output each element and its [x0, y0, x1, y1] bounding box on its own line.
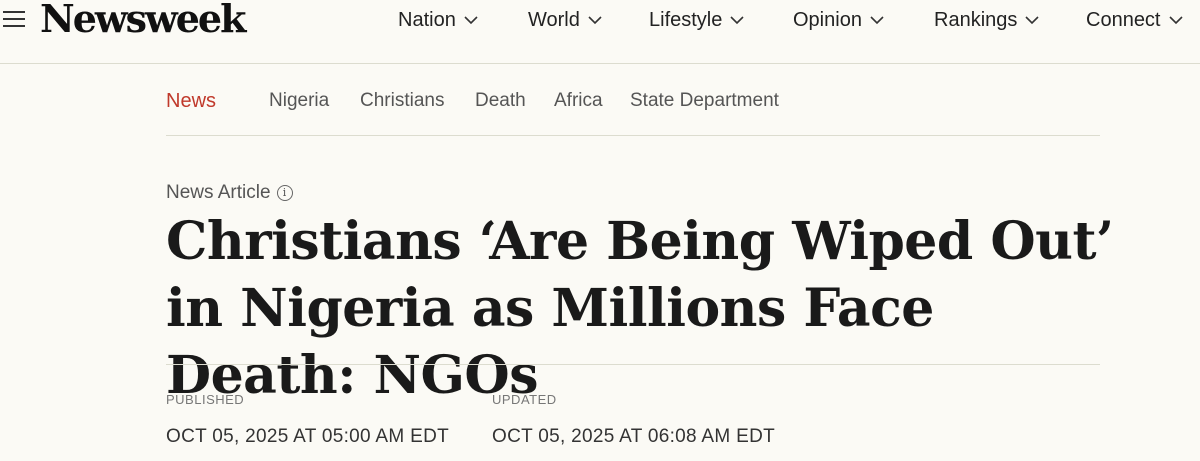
chevron-down-icon [870, 16, 884, 25]
nav-item-world[interactable]: World [528, 6, 602, 34]
chevron-down-icon [588, 16, 602, 25]
divider [166, 364, 1100, 365]
nav-item-opinion[interactable]: Opinion [793, 6, 884, 34]
published-label: PUBLISHED [166, 392, 245, 407]
updated-label: UPDATED [492, 392, 557, 407]
article-type-text: News Article [166, 182, 271, 203]
chevron-down-icon [1168, 16, 1183, 25]
tag-link-nigeria[interactable]: Nigeria [269, 88, 329, 114]
article-type-label: News Article i [166, 180, 293, 206]
tag-link-africa[interactable]: Africa [554, 88, 603, 114]
nav-item-label: World [528, 9, 580, 31]
chevron-down-icon [464, 16, 478, 25]
nav-item-nation[interactable]: Nation [398, 6, 478, 34]
chevron-down-icon [1025, 16, 1039, 25]
nav-item-label: Rankings [934, 9, 1018, 31]
top-navigation-bar: Newsweek Nation World Lifestyle Opinion … [0, 0, 1200, 64]
published-timestamp: OCT 05, 2025 AT 05:00 AM EDT [166, 426, 449, 447]
section-tag-bar: News Nigeria Christians Death Africa Sta… [166, 64, 1100, 136]
nav-item-label: Opinion [793, 9, 862, 31]
tag-link-state-department[interactable]: State Department [630, 88, 779, 114]
nav-item-label: Nation [398, 9, 456, 31]
nav-item-lifestyle[interactable]: Lifestyle [649, 6, 744, 34]
updated-timestamp: OCT 05, 2025 AT 06:08 AM EDT [492, 426, 775, 447]
tag-link-christians[interactable]: Christians [360, 88, 444, 114]
nav-item-connect[interactable]: Connect [1086, 6, 1183, 34]
nav-item-label: Connect [1086, 9, 1161, 31]
article-headline: Christians ‘Are Being Wiped Out’ in Nige… [166, 211, 1114, 406]
nav-item-label: Lifestyle [649, 9, 723, 31]
section-link-news[interactable]: News [166, 88, 216, 114]
info-icon[interactable]: i [276, 185, 293, 201]
chevron-down-icon [730, 16, 744, 25]
tag-link-death[interactable]: Death [475, 88, 526, 114]
nav-item-rankings[interactable]: Rankings [934, 6, 1039, 34]
newsweek-logo[interactable]: Newsweek [40, 0, 246, 42]
hamburger-menu-icon[interactable] [3, 11, 25, 29]
